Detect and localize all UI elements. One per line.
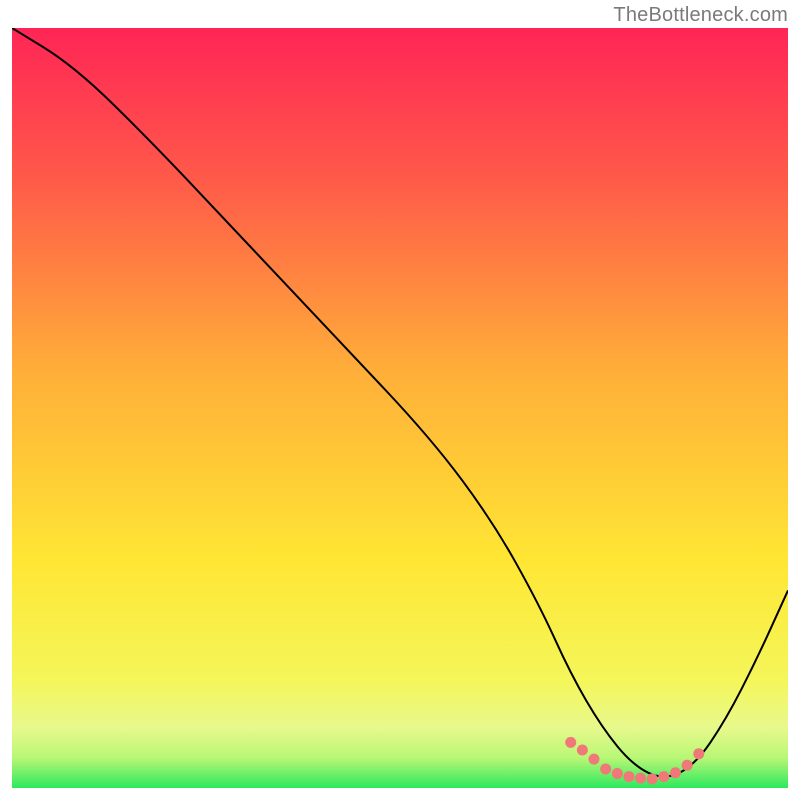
optimal-marker-dot [623,771,634,782]
optimal-marker-dot [612,768,623,779]
bottleneck-curve-line [12,28,788,777]
chart-svg [12,28,788,788]
watermark-text: TheBottleneck.com [613,4,788,27]
optimal-marker-dot [589,754,600,765]
optimal-marker-dot [565,737,576,748]
optimal-marker-dot [693,748,704,759]
optimal-range-markers [565,737,704,784]
optimal-marker-dot [670,767,681,778]
optimal-marker-dot [647,773,658,784]
optimal-marker-dot [635,773,646,784]
optimal-marker-dot [600,764,611,775]
optimal-marker-dot [577,745,588,756]
bottleneck-chart [12,28,788,788]
chart-background [12,28,788,788]
optimal-marker-dot [682,760,693,771]
optimal-marker-dot [658,771,669,782]
